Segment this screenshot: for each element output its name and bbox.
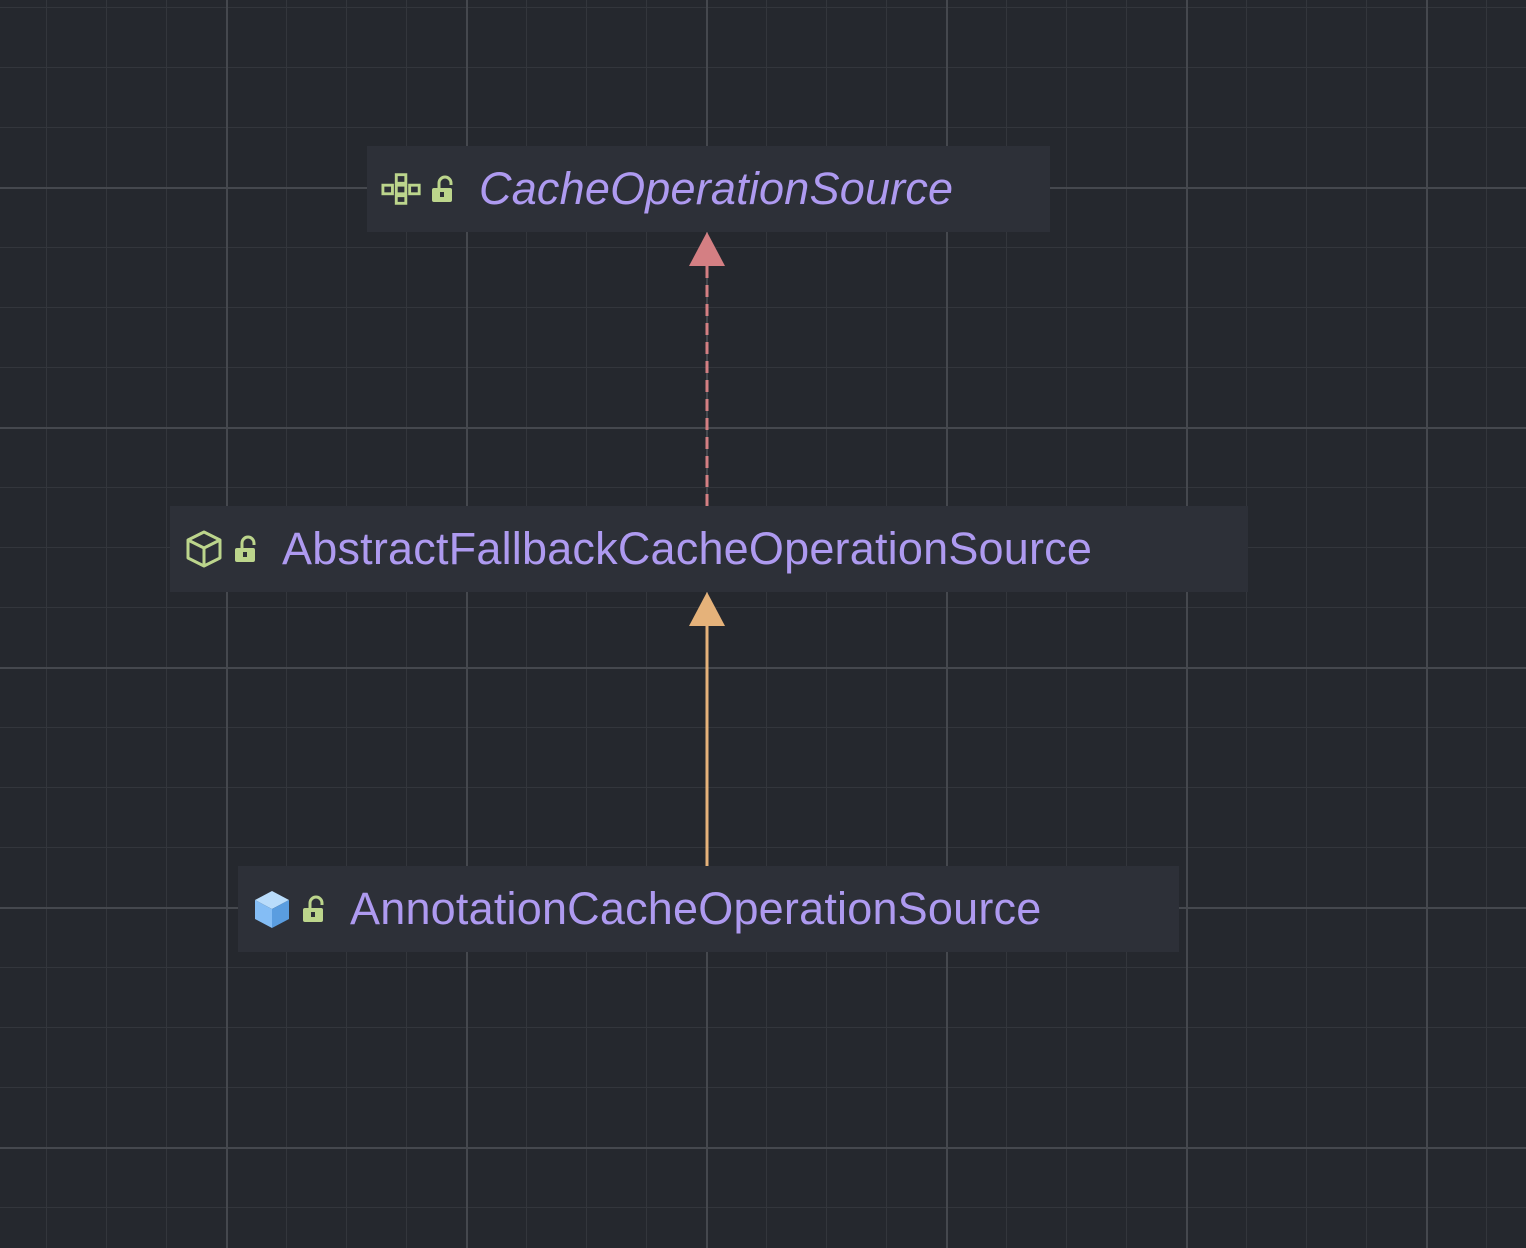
public-lock-icon — [431, 172, 465, 206]
extends-edge — [689, 592, 725, 866]
abstract-class-icon — [184, 530, 226, 568]
implements-arrowhead — [689, 232, 725, 266]
node-abstract-fallback-cache-operation-source[interactable]: AbstractFallbackCacheOperationSource — [170, 506, 1248, 592]
node-label: AbstractFallbackCacheOperationSource — [282, 523, 1093, 574]
public-lock-icon — [302, 892, 336, 926]
public-lock-icon — [234, 532, 268, 566]
node-annotation-cache-operation-source[interactable]: AnnotationCacheOperationSource — [238, 866, 1179, 952]
uml-class-diagram: CacheOperationSource AbstractFallbackCac… — [0, 0, 1526, 1248]
implements-edge — [689, 232, 725, 506]
node-label: AnnotationCacheOperationSource — [350, 883, 1042, 934]
node-cache-operation-source[interactable]: CacheOperationSource — [367, 146, 1050, 232]
interface-icon — [381, 172, 423, 206]
extends-arrowhead — [689, 592, 725, 626]
node-label: CacheOperationSource — [479, 163, 954, 214]
class-icon — [252, 891, 294, 928]
